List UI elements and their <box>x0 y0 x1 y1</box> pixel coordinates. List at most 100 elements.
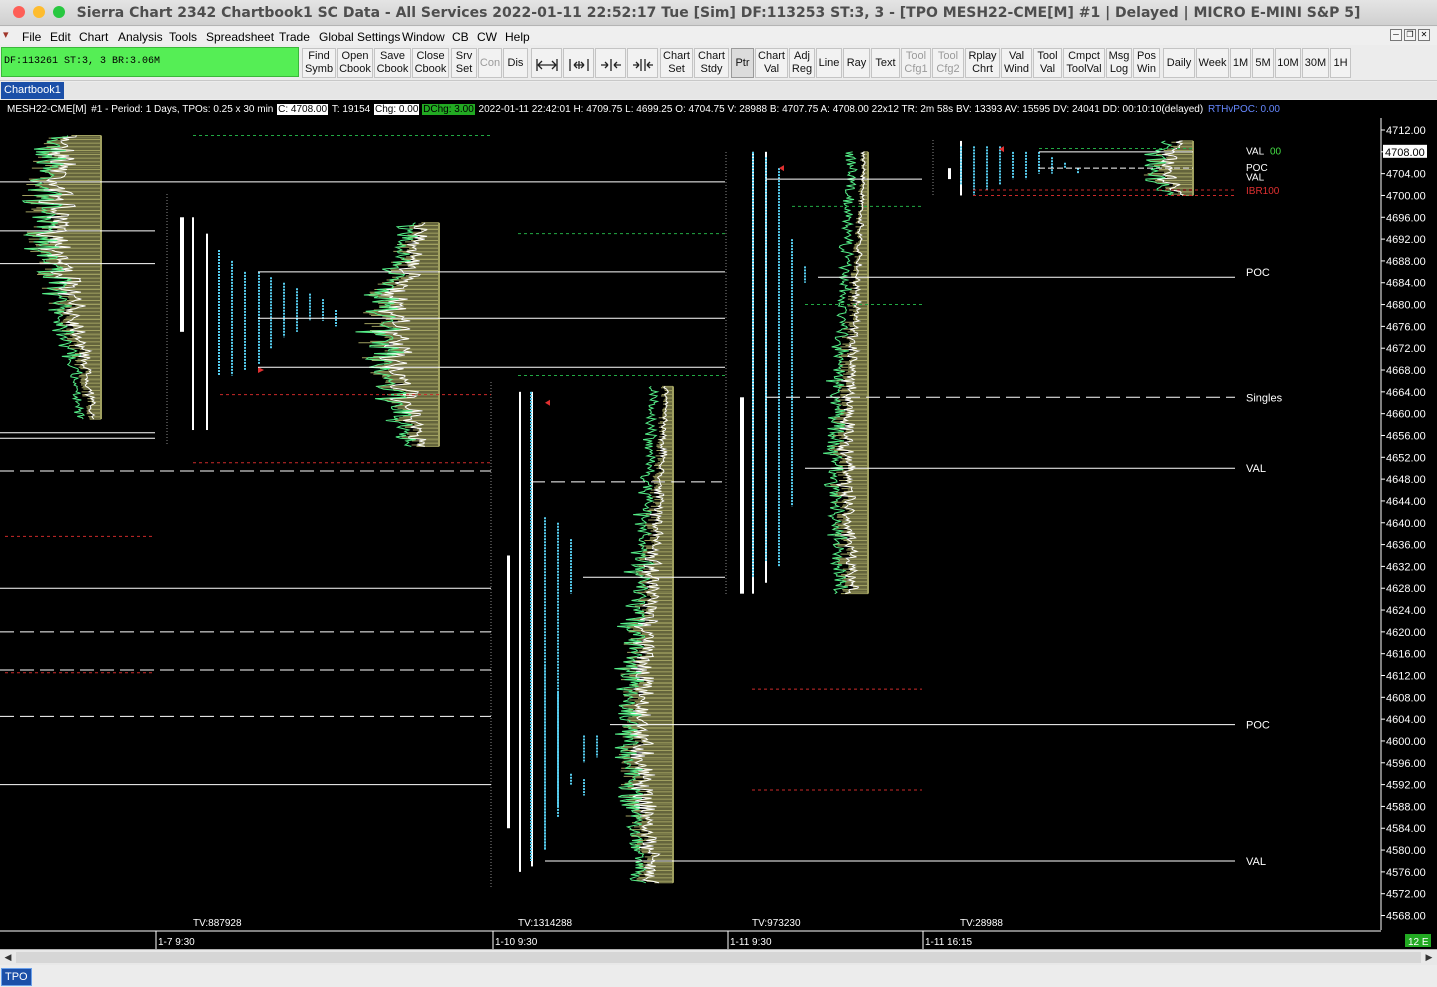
toolbar-button-week[interactable]: Week <box>1196 48 1229 78</box>
tpo-chart-area[interactable]: 4712.00 4708.00 4704.00 4700.00 4696.00 4692.… <box>0 100 1437 949</box>
toolbar-button-sublabel: Cbook <box>414 63 447 75</box>
title-bar: Sierra Chart 2342 Chartbook1 SC Data - A… <box>0 0 1437 26</box>
range-bar <box>948 168 951 180</box>
tpo-day-1-11-evening <box>960 146 1079 196</box>
price-axis-label: 4700.00 <box>1386 190 1426 202</box>
toolbar-button-label: Daily <box>1166 57 1192 69</box>
price-axis-label: 4680.00 <box>1386 300 1426 312</box>
info-trades: T: 19154 <box>331 104 371 115</box>
price-axis-label: 4604.00 <box>1386 714 1426 726</box>
price-axis-label: 4660.00 <box>1386 409 1426 421</box>
toolbar-button-label: Chart <box>758 50 785 62</box>
toolbar-button-chart-stdy[interactable]: Chart Stdy <box>694 48 729 78</box>
toolbar-button-tool-cfg2[interactable]: Tool Cfg2 <box>932 48 964 78</box>
price-axis-label: 4636.00 <box>1386 540 1426 552</box>
toolbar-button-label: Line <box>818 57 840 69</box>
toolbar-button-label: Find <box>308 50 330 62</box>
close-window-icon[interactable]: ✕ <box>1418 29 1430 41</box>
date-label: 1-11 16:15 <box>925 937 973 948</box>
toolbar-button-tool-cfg1[interactable]: Tool Cfg1 <box>901 48 931 78</box>
menu-item-chart[interactable]: Chart <box>79 30 108 44</box>
toolbar-button-save-cbook[interactable]: Save Cbook <box>374 48 411 78</box>
tab-chartbook1[interactable]: Chartbook1 <box>1 82 64 99</box>
toolbar-button-label: Week <box>1198 57 1227 69</box>
minimize-window-icon[interactable]: ─ <box>1390 29 1402 41</box>
info-change: Chg: 0.00 <box>374 104 420 115</box>
toolbar-button-pos-win[interactable]: Pos Win <box>1133 48 1160 78</box>
menu-item-window[interactable]: Window <box>402 30 445 44</box>
price-axis-label: 4696.00 <box>1386 212 1426 224</box>
toolbar-button-close-cbook[interactable]: Close Cbook <box>412 48 449 78</box>
compress-all-icon[interactable] <box>627 48 658 78</box>
toolbar-button-text[interactable]: Text <box>871 48 900 78</box>
toolbar-button-chart-set[interactable]: Chart Set <box>660 48 693 78</box>
current-day-level-label: VAL <box>1246 147 1265 158</box>
toolbar-button-label: Msg <box>1108 50 1130 62</box>
profile-day-1-7 <box>355 222 440 447</box>
tab-tpo[interactable]: TPO <box>1 968 32 986</box>
menu-item-file[interactable]: File <box>22 30 41 44</box>
price-axis-label: 4712.00 <box>1386 125 1426 137</box>
toolbar-button-sublabel: Chrt <box>972 63 993 75</box>
toolbar-button-open-cbook[interactable]: Open Cbook <box>337 48 373 78</box>
menu-item-help[interactable]: Help <box>505 30 530 44</box>
menu-item-spreadsheet[interactable]: Spreadsheet <box>206 30 274 44</box>
toolbar-button-line[interactable]: Line <box>816 48 842 78</box>
toolbar-button-rplay-chrt[interactable]: Rplay Chrt <box>965 48 1000 78</box>
toolbar-button-5m[interactable]: 5M <box>1252 48 1274 78</box>
toolbar-button-chart-val[interactable]: Chart Val <box>755 48 788 78</box>
toolbar-button-daily[interactable]: Daily <box>1163 48 1195 78</box>
menu-item-cw[interactable]: CW <box>477 30 497 44</box>
scrollbar-track[interactable] <box>16 952 1421 963</box>
toolbar-button-ptr[interactable]: Ptr <box>731 48 754 78</box>
price-axis-label: 4676.00 <box>1386 321 1426 333</box>
price-axis-label: 4620.00 <box>1386 627 1426 639</box>
toolbar-button-tool-val[interactable]: Tool Val <box>1033 48 1062 78</box>
toolbar-button-srv-set[interactable]: Srv Set <box>451 48 477 78</box>
scroll-right-icon[interactable]: ▶ <box>1422 951 1436 964</box>
profile-day-1-6 <box>21 134 102 420</box>
toolbar-button-1m[interactable]: 1M <box>1230 48 1251 78</box>
price-axis-label: 4592.00 <box>1386 780 1426 792</box>
fit-horizontal-icon[interactable] <box>563 48 594 78</box>
menu-item-global-settings[interactable]: Global Settings <box>319 30 400 44</box>
toolbar-button-adj-reg[interactable]: Adj Reg <box>789 48 815 78</box>
menu-item-trade[interactable]: Trade <box>279 30 310 44</box>
toolbar-button-label: Ptr <box>735 57 750 69</box>
toolbar-button-label: Save <box>379 50 406 62</box>
price-axis-label: 4616.00 <box>1386 649 1426 661</box>
toolbar-button-msg-log[interactable]: Msg Log <box>1106 48 1132 78</box>
scroll-left-icon[interactable]: ◀ <box>1 951 15 964</box>
price-axis-label: 4568.00 <box>1386 911 1426 923</box>
toolbar-button-find-symb[interactable]: Find Symb <box>302 48 336 78</box>
horizontal-scrollbar[interactable]: ◀ ▶ <box>0 949 1437 965</box>
toolbar-button-30m[interactable]: 30M <box>1302 48 1329 78</box>
date-label: 1-7 9:30 <box>158 937 195 948</box>
price-axis-label: 4664.00 <box>1386 387 1426 399</box>
menu-item-cb[interactable]: CB <box>452 30 469 44</box>
level-label-singles: Singles <box>1246 392 1283 404</box>
data-status-box: DF:113261 ST:3, 3 BR:3.06M <box>1 47 299 77</box>
toolbar-button-1h[interactable]: 1H <box>1330 48 1351 78</box>
price-axis-label: 4684.00 <box>1386 278 1426 290</box>
toolbar-button-ray[interactable]: Ray <box>843 48 870 78</box>
expand-horizontal-icon[interactable] <box>531 48 562 78</box>
tpo-chart-canvas[interactable]: 4712.00 4708.00 4704.00 4700.00 4696.00 4692.… <box>0 100 1437 949</box>
toolbar-button-cmpct-toolval[interactable]: Cmpct ToolVal <box>1063 48 1105 78</box>
price-axis-label: 4672.00 <box>1386 343 1426 355</box>
price-axis-label: 4656.00 <box>1386 430 1426 442</box>
toolbar-button-con[interactable]: Con <box>478 48 502 78</box>
toolbar-button-label: 30M <box>1304 57 1327 69</box>
toolbar-button-dis[interactable]: Dis <box>503 48 528 78</box>
menu-item-edit[interactable]: Edit <box>50 30 71 44</box>
toolbar-button-label: Dis <box>507 57 524 69</box>
menu-item-analysis[interactable]: Analysis <box>118 30 163 44</box>
toolbar-button-10m[interactable]: 10M <box>1275 48 1301 78</box>
chart-info-bar: MESH22-CME[M] #1 - Period: 1 Days, TPOs:… <box>6 104 1281 116</box>
restore-window-icon[interactable]: ❐ <box>1404 29 1416 41</box>
price-axis-label: 4600.00 <box>1386 736 1426 748</box>
toolbar-button-val-wind[interactable]: Val Wind <box>1001 48 1032 78</box>
info-rthvpoc: RTHvPOC: 0.00 <box>1207 104 1280 115</box>
compress-horizontal-icon[interactable] <box>595 48 626 78</box>
menu-item-tools[interactable]: Tools <box>169 30 197 44</box>
